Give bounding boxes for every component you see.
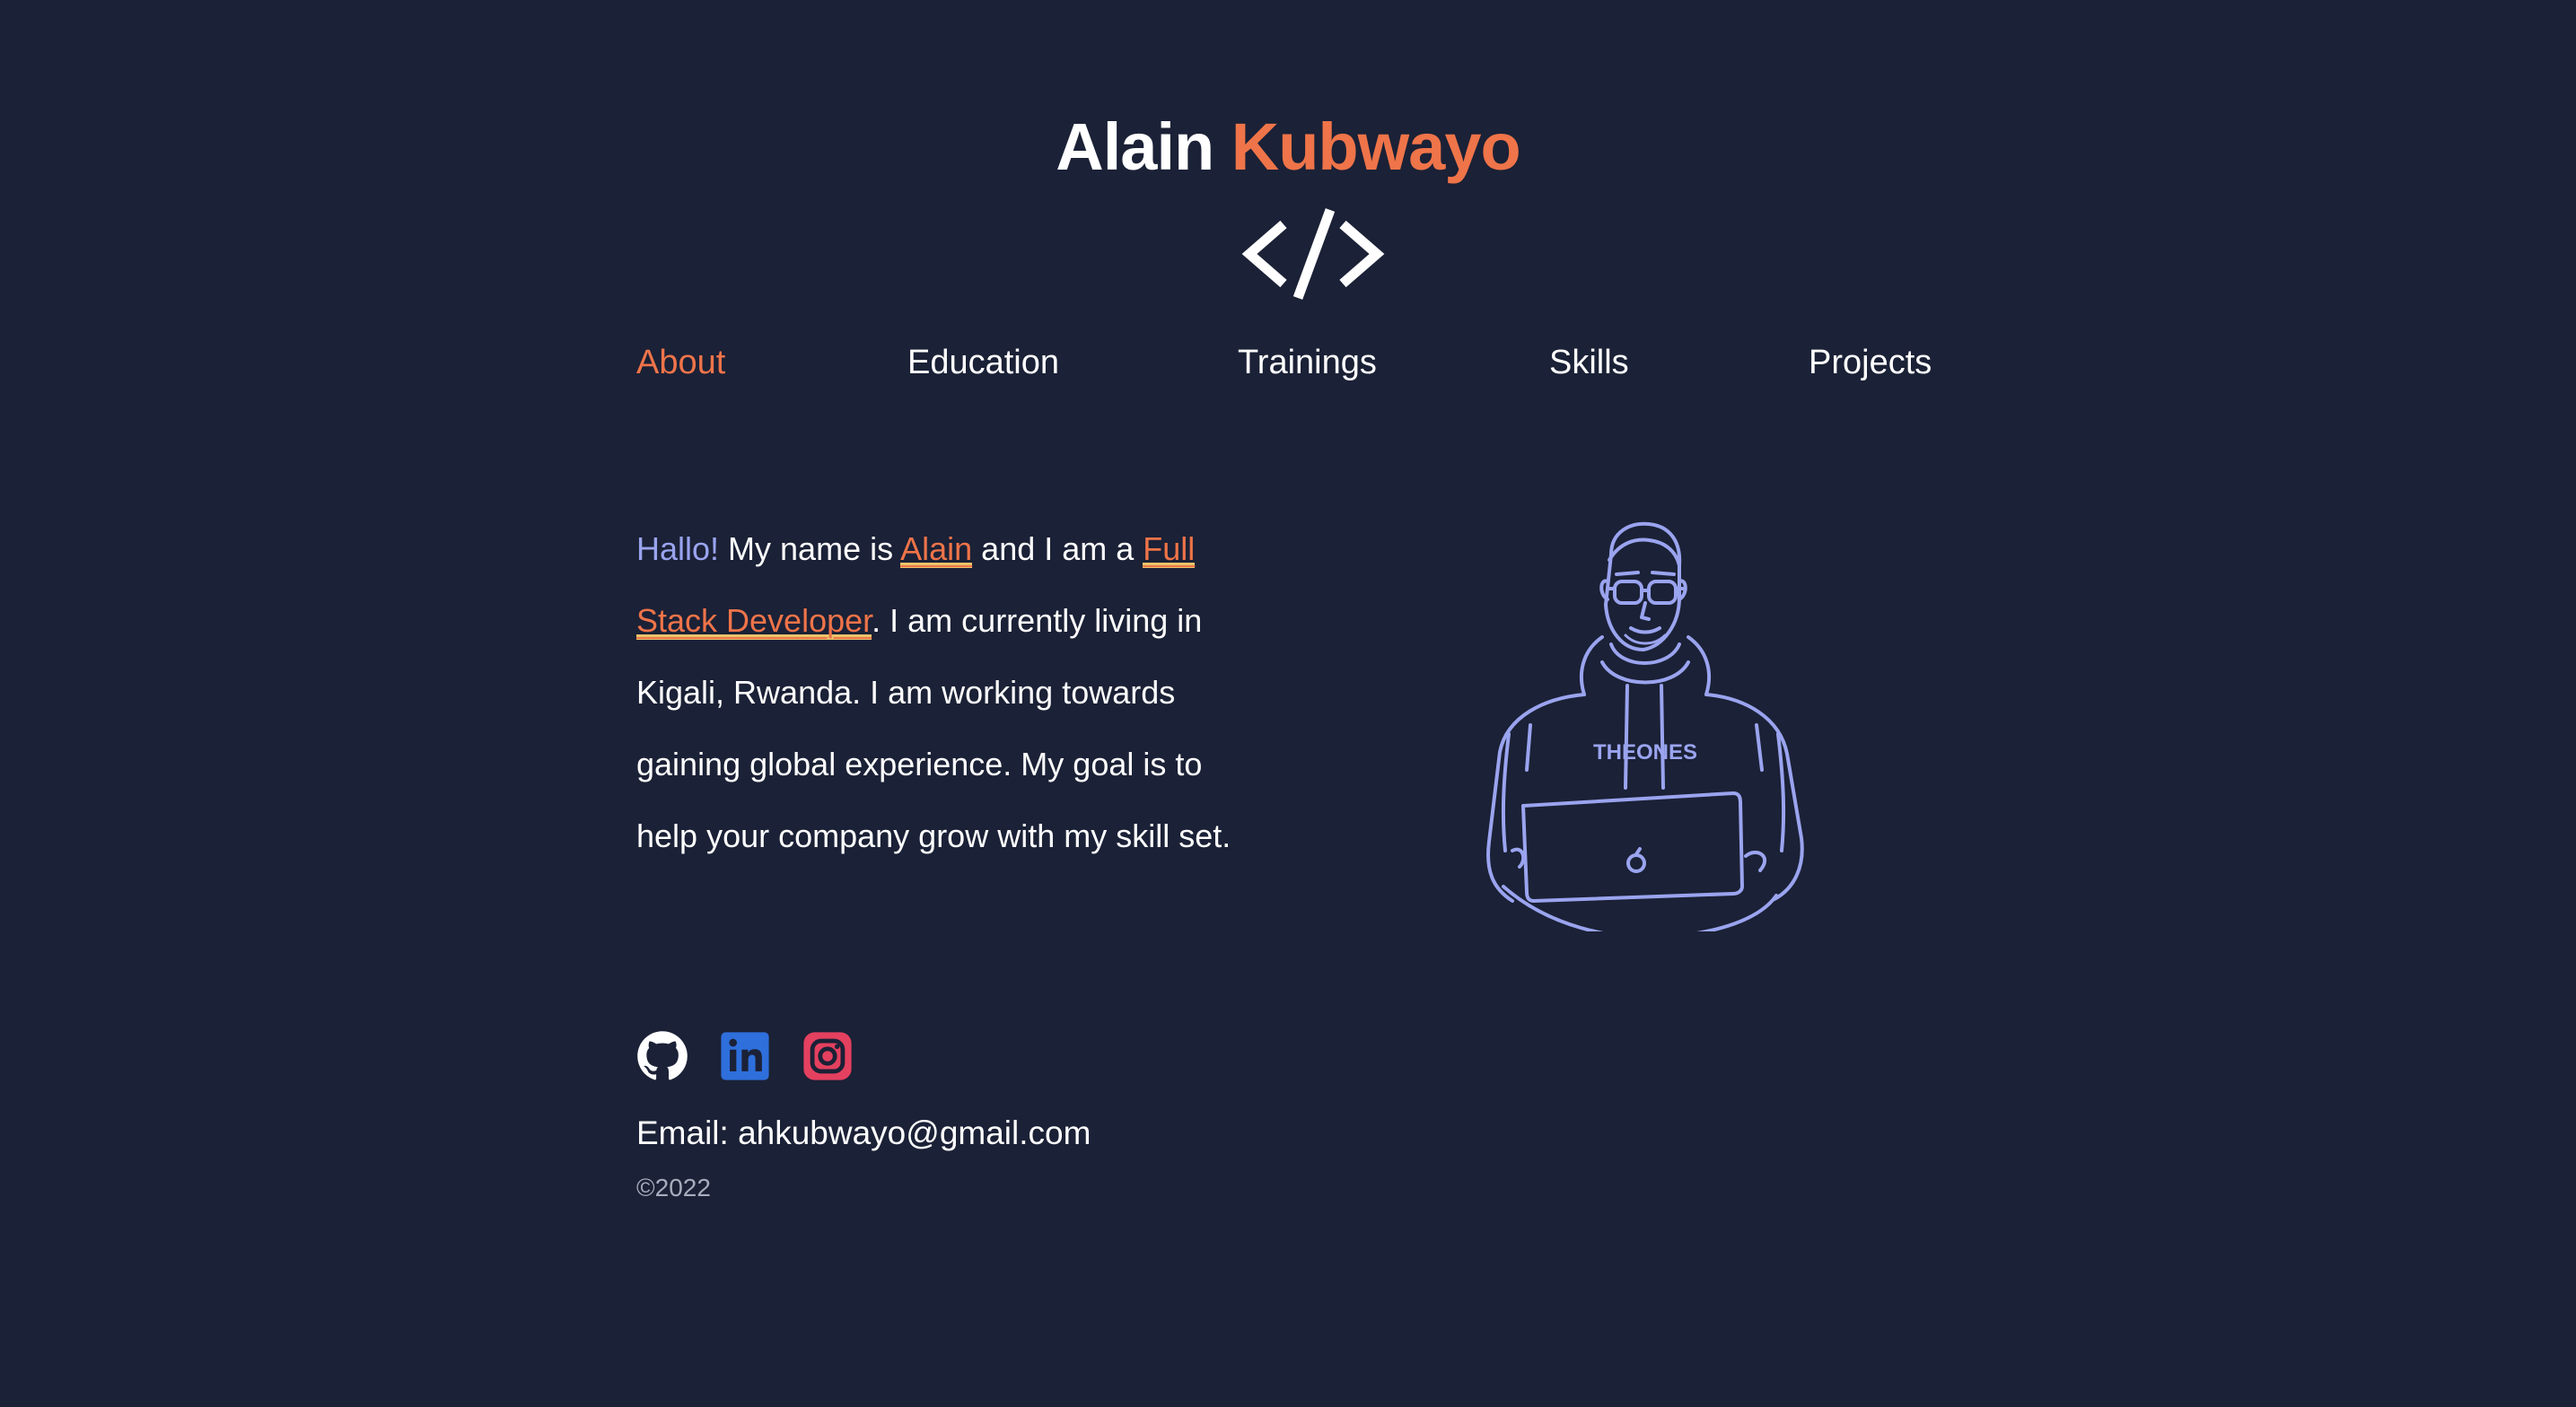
developer-portrait-illustration: THEONES [1486,521,1804,931]
code-brackets-icon [1241,208,1385,300]
page: Alain Kubwayo About Education Trainings … [0,0,2576,1407]
name-highlight-link[interactable]: Alain [900,530,972,568]
nav-item-skills[interactable]: Skills [1549,336,1629,389]
intro-text-3: . I am currently living in Kigali, Rwand… [636,602,1231,854]
instagram-icon[interactable] [802,1030,854,1082]
title-last-name: Kubwayo [1231,109,1521,184]
email-address[interactable]: ahkubwayo@gmail.com [738,1114,1091,1151]
email-contact: Email: ahkubwayo@gmail.com [636,1111,1091,1156]
github-icon[interactable] [636,1030,688,1082]
title-first-name: Alain [1056,109,1214,184]
page-title: Alain Kubwayo [0,100,2576,194]
intro-paragraph: Hallo! My name is Alain and I am a Full … [636,513,1265,872]
main-nav: About Education Trainings Skills Project… [0,336,2576,389]
nav-item-about[interactable]: About [636,336,725,389]
intro-text-2: and I am a [972,530,1143,567]
copyright: ©2022 [636,1174,711,1202]
email-label: Email: [636,1114,739,1151]
shirt-text: THEONES [1593,740,1697,765]
greeting: Hallo! [636,530,720,567]
nav-item-education[interactable]: Education [907,336,1059,389]
nav-item-projects[interactable]: Projects [1809,336,1932,389]
intro-text-1: My name is [719,530,901,567]
linkedin-icon[interactable] [719,1030,771,1082]
nav-item-trainings[interactable]: Trainings [1238,336,1377,389]
